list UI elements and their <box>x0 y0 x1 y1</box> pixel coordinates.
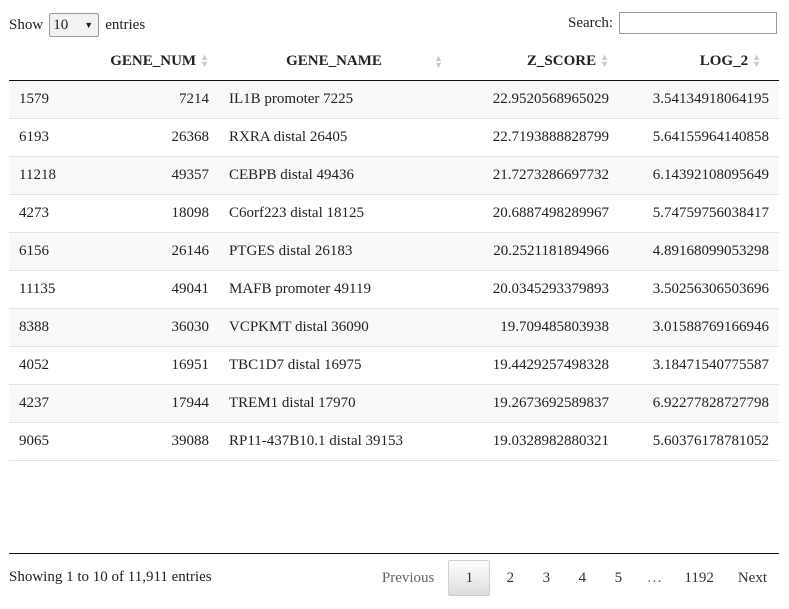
table-controls: Show 10 ▼ entries Search: <box>9 12 777 40</box>
cell-log-2: 6.14392108095649 <box>619 156 779 195</box>
page-button-last[interactable]: 1192 <box>672 560 725 596</box>
sort-icon: ▲ ▼ <box>752 52 761 70</box>
page-button-5[interactable]: 5 <box>600 560 636 596</box>
search-label: Search: <box>568 14 613 31</box>
column-header-label: GENE_NUM <box>110 52 197 69</box>
cell-gene-name: CEBPB distal 49436 <box>219 156 449 195</box>
next-page-button[interactable]: Next <box>726 560 779 596</box>
sort-icon: ▲ ▼ <box>434 53 443 70</box>
previous-page-button[interactable]: Previous <box>370 560 447 596</box>
cell-index: 11135 <box>9 270 89 309</box>
cell-index: 6156 <box>9 232 89 271</box>
cell-index: 4273 <box>9 194 89 233</box>
cell-z-score: 22.9520568965029 <box>449 80 619 119</box>
cell-z-score: 20.0345293379893 <box>449 270 619 309</box>
cell-gene-num: 17944 <box>89 384 219 423</box>
cell-gene-num: 7214 <box>89 80 219 119</box>
table-header: GENE_NUM ▲ ▼ GENE_NAME ▲ ▼ Z_SCORE ▲ ▼ LOG_2 ▲… <box>9 42 779 81</box>
cell-z-score: 22.7193888828799 <box>449 118 619 157</box>
cell-log-2: 5.74759756038417 <box>619 194 779 233</box>
page-button-3[interactable]: 3 <box>528 560 564 596</box>
cell-gene-num: 16951 <box>89 346 219 385</box>
column-header-gene-num[interactable]: GENE_NUM ▲ ▼ <box>89 42 219 81</box>
length-menu-suffix: entries <box>105 16 146 33</box>
cell-gene-num: 39088 <box>89 422 219 461</box>
cell-gene-num: 26368 <box>89 118 219 157</box>
sort-icon: ▲ ▼ <box>600 52 609 70</box>
cell-index: 1579 <box>9 80 89 119</box>
data-table-container: GENE_NUM ▲ ▼ GENE_NAME ▲ ▼ Z_SCORE ▲ ▼ LOG_2 ▲… <box>9 42 779 461</box>
cell-z-score: 20.6887498289967 <box>449 194 619 233</box>
pagination: Previous 1 2 3 4 5 … 1192 Next <box>370 560 779 596</box>
cell-z-score: 19.709485803938 <box>449 308 619 347</box>
cell-gene-num: 49041 <box>89 270 219 309</box>
table-row: 4237 17944 TREM1 distal 17970 19.2673692… <box>9 384 779 423</box>
cell-z-score: 19.0328982880321 <box>449 422 619 461</box>
page-button-4[interactable]: 4 <box>564 560 600 596</box>
table-row: 6156 26146 PTGES distal 26183 20.2521181… <box>9 232 779 271</box>
cell-gene-num: 18098 <box>89 194 219 233</box>
length-menu-prefix: Show <box>9 16 44 33</box>
page-button-2[interactable]: 2 <box>492 560 528 596</box>
column-header-z-score[interactable]: Z_SCORE ▲ ▼ <box>449 42 619 81</box>
cell-z-score: 20.2521181894966 <box>449 232 619 271</box>
table-row: 11218 49357 CEBPB distal 49436 21.727328… <box>9 156 779 195</box>
table-row: 8388 36030 VCPKMT distal 36090 19.709485… <box>9 308 779 347</box>
data-table: GENE_NUM ▲ ▼ GENE_NAME ▲ ▼ Z_SCORE ▲ ▼ LOG_2 ▲… <box>9 42 779 461</box>
cell-log-2: 3.18471540775587 <box>619 346 779 385</box>
cell-gene-num: 26146 <box>89 232 219 271</box>
cell-gene-name: MAFB promoter 49119 <box>219 270 449 309</box>
cell-log-2: 3.54134918064195 <box>619 80 779 119</box>
column-header-log-2[interactable]: LOG_2 ▲ ▼ <box>619 42 779 81</box>
column-header-index[interactable] <box>9 42 89 81</box>
cell-log-2: 4.89168099053298 <box>619 232 779 271</box>
cell-gene-name: C6orf223 distal 18125 <box>219 194 449 233</box>
cell-index: 9065 <box>9 422 89 461</box>
page-button-1[interactable]: 1 <box>448 560 491 596</box>
entries-per-page-value: 10 <box>53 16 69 33</box>
sort-icon: ▲ ▼ <box>200 52 209 70</box>
table-row: 11135 49041 MAFB promoter 49119 20.03452… <box>9 270 779 309</box>
cell-gene-name: RXRA distal 26405 <box>219 118 449 157</box>
table-row: 9065 39088 RP11-437B10.1 distal 39153 19… <box>9 422 779 461</box>
table-footer-divider <box>9 553 779 554</box>
cell-index: 6193 <box>9 118 89 157</box>
cell-log-2: 3.50256306503696 <box>619 270 779 309</box>
cell-log-2: 6.92277828727798 <box>619 384 779 423</box>
search-box: Search: <box>568 12 777 34</box>
column-header-gene-name[interactable]: GENE_NAME ▲ ▼ <box>219 42 449 81</box>
cell-index: 4052 <box>9 346 89 385</box>
cell-gene-name: IL1B promoter 7225 <box>219 80 449 119</box>
cell-gene-name: PTGES distal 26183 <box>219 232 449 271</box>
table-row: 6193 26368 RXRA distal 26405 22.71938888… <box>9 118 779 157</box>
table-row: 1579 7214 IL1B promoter 7225 22.95205689… <box>9 80 779 119</box>
column-header-label: LOG_2 <box>699 52 749 69</box>
cell-gene-name: VCPKMT distal 36090 <box>219 308 449 347</box>
entries-per-page-select[interactable]: 10 ▼ <box>49 13 100 37</box>
cell-gene-name: RP11-437B10.1 distal 39153 <box>219 422 449 461</box>
length-menu: Show 10 ▼ entries <box>9 13 145 37</box>
table-body: 1579 7214 IL1B promoter 7225 22.95205689… <box>9 80 779 461</box>
cell-gene-name: TREM1 distal 17970 <box>219 384 449 423</box>
pagination-ellipsis: … <box>646 569 662 586</box>
table-row: 4273 18098 C6orf223 distal 18125 20.6887… <box>9 194 779 233</box>
cell-z-score: 19.4429257498328 <box>449 346 619 385</box>
cell-gene-num: 49357 <box>89 156 219 195</box>
column-header-label: Z_SCORE <box>526 52 597 69</box>
cell-z-score: 19.2673692589837 <box>449 384 619 423</box>
cell-index: 11218 <box>9 156 89 195</box>
table-info: Showing 1 to 10 of 11,911 entries <box>9 569 212 585</box>
table-row: 4052 16951 TBC1D7 distal 16975 19.442925… <box>9 346 779 385</box>
chevron-down-icon: ▼ <box>84 20 94 30</box>
cell-gene-name: TBC1D7 distal 16975 <box>219 346 449 385</box>
cell-log-2: 5.64155964140858 <box>619 118 779 157</box>
cell-index: 8388 <box>9 308 89 347</box>
column-header-label: GENE_NAME <box>286 52 382 69</box>
cell-gene-num: 36030 <box>89 308 219 347</box>
cell-log-2: 5.60376178781052 <box>619 422 779 461</box>
cell-z-score: 21.7273286697732 <box>449 156 619 195</box>
cell-log-2: 3.01588769166946 <box>619 308 779 347</box>
search-input[interactable] <box>619 12 777 34</box>
cell-index: 4237 <box>9 384 89 423</box>
